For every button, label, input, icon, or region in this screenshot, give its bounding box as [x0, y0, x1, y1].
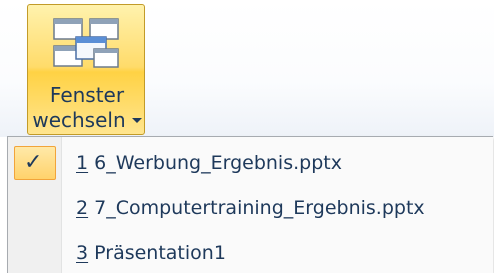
menu-item-accelerator: 1 — [76, 152, 89, 174]
menu-item-window-2[interactable]: 2 7_Computertraining_Ergebnis.pptx — [9, 187, 493, 229]
switch-windows-label-line2-wrap: wechseln — [28, 109, 146, 131]
menu-item-filename: 6_Werbung_Ergebnis.pptx — [88, 152, 342, 174]
switch-windows-label-line1: Fenster — [49, 83, 125, 107]
menu-item-window-1[interactable]: ✓ 1 6_Werbung_Ergebnis.pptx — [9, 142, 493, 184]
switch-windows-icon — [53, 18, 119, 68]
menu-item-filename: Präsentation1 — [88, 242, 226, 264]
menu-item-accelerator: 2 — [76, 197, 89, 219]
menu-item-accelerator: 3 — [76, 242, 89, 264]
ppt-window-switch-screen: Fenster wechseln ✓ 1 6_Werbung_Ergebnis.… — [0, 0, 494, 273]
switch-windows-label-line2: wechseln — [32, 108, 126, 132]
checked-indicator: ✓ — [14, 146, 56, 180]
switch-windows-button[interactable]: Fenster wechseln — [27, 4, 145, 135]
chevron-down-icon — [131, 118, 142, 123]
menu-item-window-3[interactable]: 3 Präsentation1 — [9, 232, 493, 273]
menu-item-label: 2 7_Computertraining_Ergebnis.pptx — [76, 196, 425, 220]
switch-windows-menu: ✓ 1 6_Werbung_Ergebnis.pptx 2 7_Computer… — [7, 136, 493, 273]
menu-item-label: 3 Präsentation1 — [76, 241, 226, 265]
checkmark-icon: ✓ — [24, 150, 43, 175]
menu-item-label: 1 6_Werbung_Ergebnis.pptx — [76, 151, 342, 175]
menu-item-filename: 7_Computertraining_Ergebnis.pptx — [88, 197, 425, 219]
